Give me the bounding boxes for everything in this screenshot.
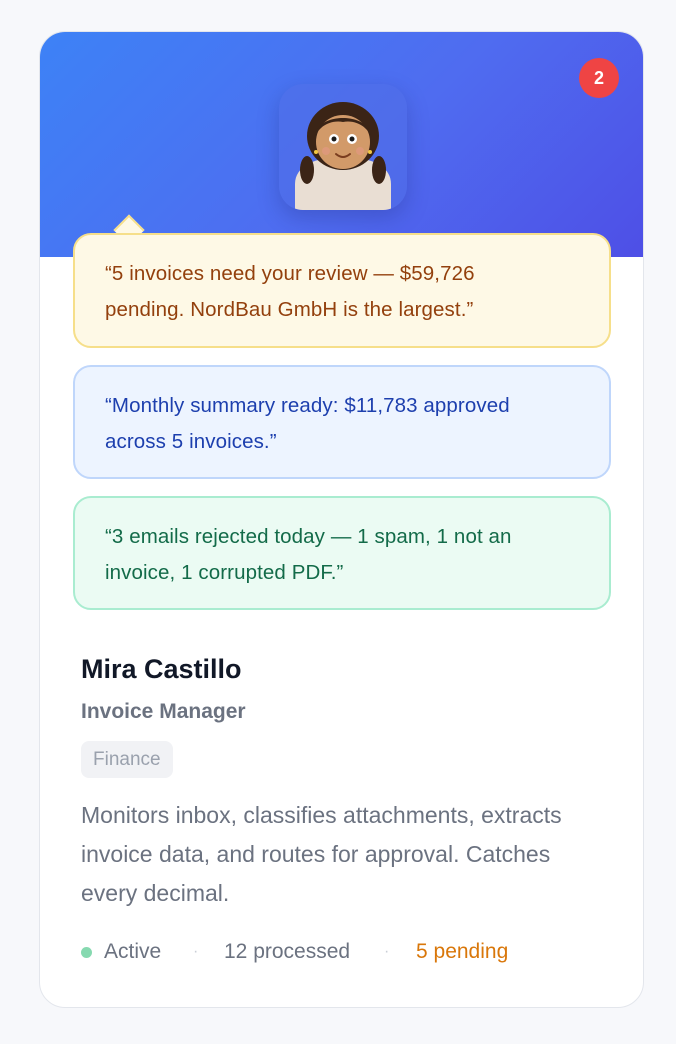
notification-badge[interactable]: 2 bbox=[579, 58, 619, 98]
status-dot-icon bbox=[81, 947, 92, 958]
message-bubble-summary[interactable]: “Monthly summary ready: $11,783 approved… bbox=[73, 365, 611, 479]
avatar[interactable] bbox=[279, 84, 407, 210]
processed-count: 12 processed bbox=[224, 940, 351, 963]
separator-dot-icon: · bbox=[193, 943, 199, 960]
message-text: “3 emails rejected today — 1 spam, 1 not… bbox=[105, 525, 512, 584]
agent-role: Invoice Manager bbox=[81, 700, 246, 723]
agent-name: Mira Castillo bbox=[81, 654, 242, 684]
message-text: “Monthly summary ready: $11,783 approved… bbox=[105, 394, 510, 453]
message-text: “5 invoices need your review — $59,726 p… bbox=[105, 262, 475, 321]
agent-card[interactable]: 2 “5 invoices need your review — $59,726… bbox=[39, 31, 644, 1008]
message-bubble-rejected[interactable]: “3 emails rejected today — 1 spam, 1 not… bbox=[73, 496, 611, 610]
agent-description: Monitors inbox, classifies attachments, … bbox=[81, 802, 562, 906]
avatar-illustration bbox=[295, 102, 391, 210]
status-label: Active bbox=[104, 940, 162, 963]
pending-count: 5 pending bbox=[416, 940, 509, 963]
separator-dot-icon: · bbox=[384, 943, 390, 960]
message-bubble-review[interactable]: “5 invoices need your review — $59,726 p… bbox=[73, 233, 611, 348]
department-tag: Finance bbox=[81, 741, 173, 778]
